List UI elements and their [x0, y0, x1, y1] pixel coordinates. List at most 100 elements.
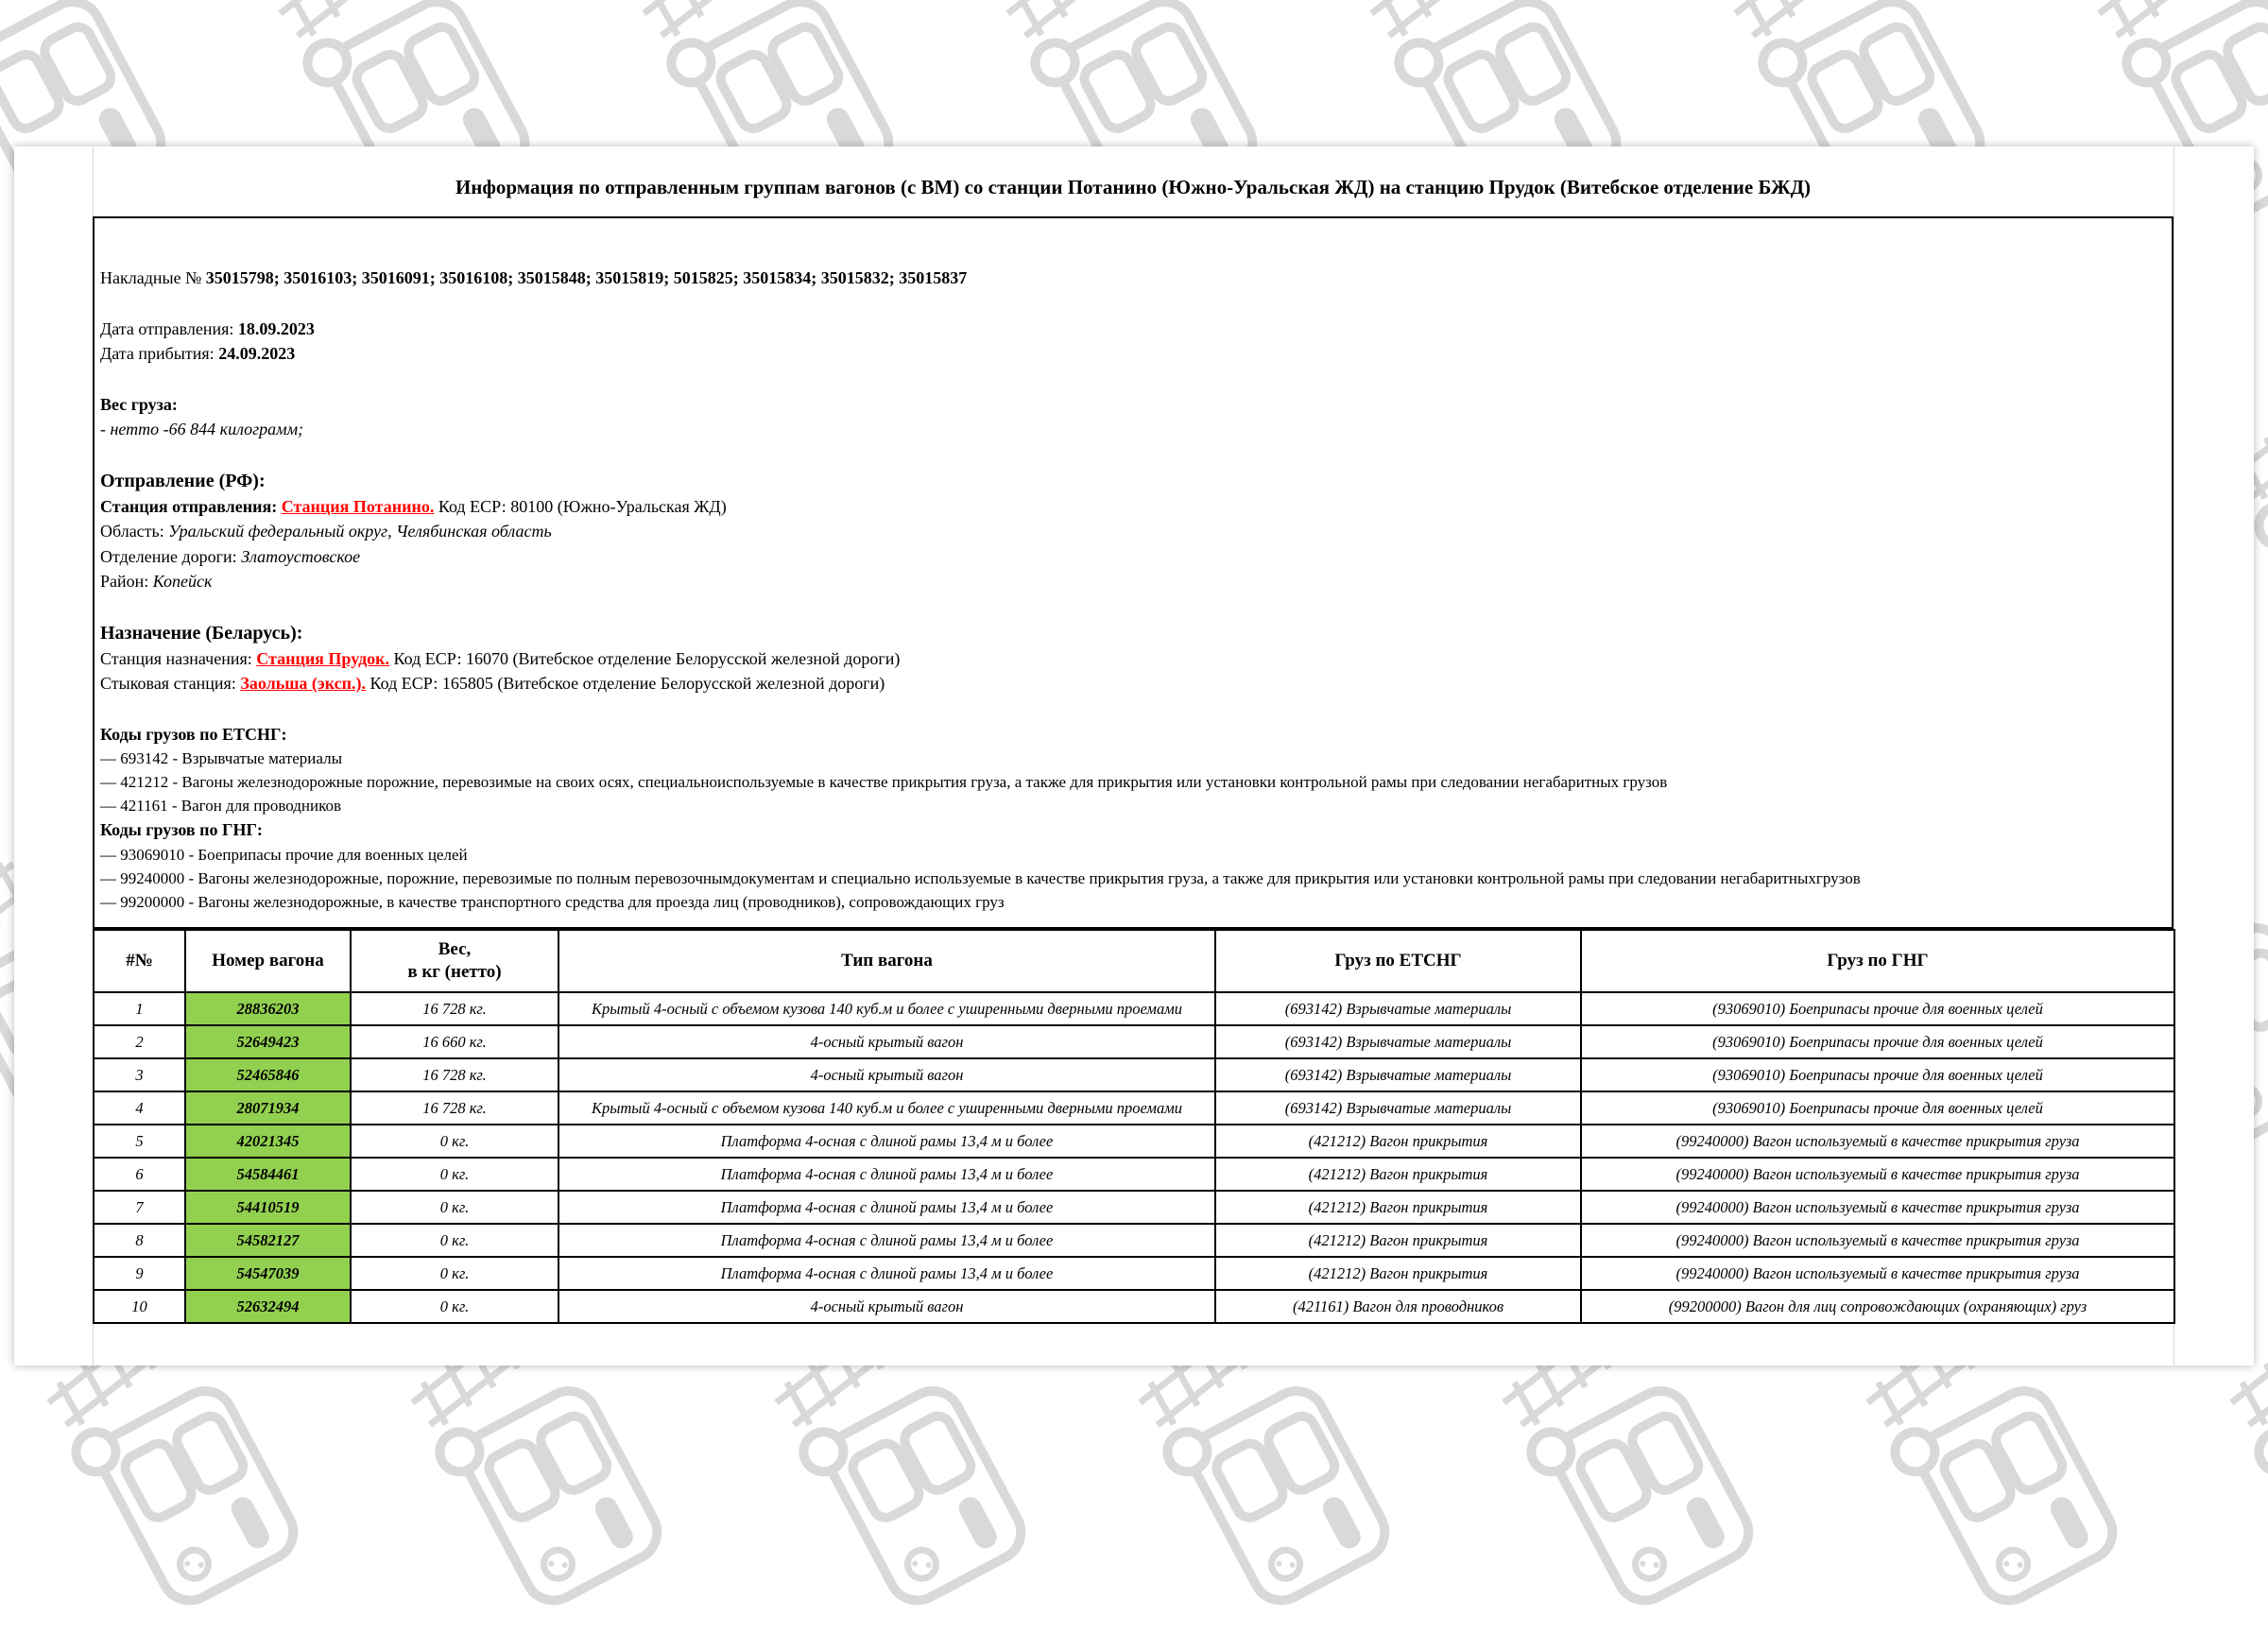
table-header-cell: #№: [94, 930, 185, 992]
wagon-number-cell: 54584461: [185, 1158, 351, 1191]
destination-station-rest: Код ЕСР: 16070 (Витебское отделение Бело…: [389, 649, 900, 668]
etsng-cargo-cell: (421212) Вагон прикрытия: [1215, 1158, 1581, 1191]
destination-heading: Назначение (Беларусь):: [100, 620, 2168, 646]
etsng-cargo-cell: (421212) Вагон прикрытия: [1215, 1191, 1581, 1224]
weight-cell: 16 728 кг.: [351, 1058, 558, 1091]
origin-region-label: Область:: [100, 522, 168, 541]
waybills-label: Накладные №: [100, 268, 206, 287]
etsng-item: — 693142 - Взрывчатые материалы: [100, 747, 2168, 770]
wagon-number-cell: 42021345: [185, 1125, 351, 1158]
wagon-number-cell: 52465846: [185, 1058, 351, 1091]
gng-heading: Коды грузов по ГНГ:: [100, 817, 2168, 843]
destination-station-link[interactable]: Станция Прудок.: [256, 649, 389, 668]
wagon-number-cell: 54410519: [185, 1191, 351, 1224]
row-number-cell: 9: [94, 1257, 185, 1290]
table-header-cell: Груз по ГНГ: [1581, 930, 2174, 992]
etsng-cargo-cell: (421212) Вагон прикрытия: [1215, 1125, 1581, 1158]
weight-cell: 16 728 кг.: [351, 992, 558, 1025]
gng-cargo-cell: (99240000) Вагон используемый в качестве…: [1581, 1125, 2174, 1158]
table-row: 10526324940 кг.4-осный крытый вагон(4211…: [94, 1290, 2174, 1323]
gng-cargo-cell: (99200000) Вагон для лиц сопровождающих …: [1581, 1290, 2174, 1323]
gng-cargo-cell: (93069010) Боеприпасы прочие для военных…: [1581, 1058, 2174, 1091]
etsng-cargo-cell: (421161) Вагон для проводников: [1215, 1290, 1581, 1323]
weight-cell: 0 кг.: [351, 1224, 558, 1257]
page-title: Информация по отправленным группам вагон…: [93, 175, 2174, 199]
waybills-numbers: 35015798; 35016103; 35016091; 35016108; …: [206, 268, 967, 287]
row-number-cell: 8: [94, 1224, 185, 1257]
row-number-cell: 3: [94, 1058, 185, 1091]
weight-cell: 0 кг.: [351, 1158, 558, 1191]
wagon-type-cell: 4-осный крытый вагон: [558, 1058, 1215, 1091]
wagons-table: #№Номер вагонаВес, в кг (нетто)Тип вагон…: [93, 929, 2175, 1324]
wagon-number-cell: 54547039: [185, 1257, 351, 1290]
destination-station-label: Станция назначения:: [100, 649, 256, 668]
row-number-cell: 10: [94, 1290, 185, 1323]
arrival-date-line: Дата прибытия: 24.09.2023: [100, 341, 2168, 367]
train-icon: [1526, 1366, 1772, 1649]
junction-station-label: Стыковая станция:: [100, 674, 240, 693]
table-header-cell: Вес, в кг (нетто): [351, 930, 558, 992]
table-row: 9545470390 кг.Платформа 4-осная с длиной…: [94, 1257, 2174, 1290]
row-number-cell: 1: [94, 992, 185, 1025]
gng-cargo-cell: (93069010) Боеприпасы прочие для военных…: [1581, 992, 2174, 1025]
origin-heading: Отправление (РФ):: [100, 468, 2168, 494]
table-row: 8545821270 кг.Платформа 4-осная с длиной…: [94, 1224, 2174, 1257]
junction-station-rest: Код ЕСР: 165805 (Витебское отделение Бел…: [366, 674, 885, 693]
wagon-number-cell: 52649423: [185, 1025, 351, 1058]
wagon-type-cell: Крытый 4-осный с объемом кузова 140 куб.…: [558, 1091, 1215, 1125]
wagon-number-cell: 28836203: [185, 992, 351, 1025]
origin-division-value: Златоустовское: [241, 547, 360, 566]
train-icon: [799, 1366, 1044, 1649]
etsng-cargo-cell: (421212) Вагон прикрытия: [1215, 1224, 1581, 1257]
row-number-cell: 2: [94, 1025, 185, 1058]
row-number-cell: 4: [94, 1091, 185, 1125]
arrival-date-value: 24.09.2023: [218, 344, 295, 363]
destination-station-line: Станция назначения: Станция Прудок. Код …: [100, 646, 2168, 672]
train-icon: [435, 1366, 680, 1649]
origin-region-line: Область: Уральский федеральный округ, Че…: [100, 519, 2168, 544]
wagon-type-cell: Платформа 4-осная с длиной рамы 13,4 м и…: [558, 1224, 1215, 1257]
wagon-number-cell: 54582127: [185, 1224, 351, 1257]
gng-item: — 99200000 - Вагоны железнодорожные, в к…: [100, 890, 2168, 914]
origin-station-link[interactable]: Станция Потанино.: [282, 497, 435, 516]
weight-cell: 0 кг.: [351, 1125, 558, 1158]
wagon-number-cell: 52632494: [185, 1290, 351, 1323]
etsng-cargo-cell: (421212) Вагон прикрытия: [1215, 1257, 1581, 1290]
origin-district-value: Копейск: [153, 572, 213, 591]
origin-station-rest: Код ЕСР: 80100 (Южно-Уральская ЖД): [434, 497, 726, 516]
gng-cargo-cell: (99240000) Вагон используемый в качестве…: [1581, 1257, 2174, 1290]
wagon-type-cell: 4-осный крытый вагон: [558, 1025, 1215, 1058]
row-number-cell: 6: [94, 1158, 185, 1191]
train-icon: [1890, 1366, 2136, 1649]
document-page: Информация по отправленным группам вагон…: [14, 146, 2254, 1366]
junction-station-link[interactable]: Заольша (эксп.).: [240, 674, 366, 693]
gng-item: — 93069010 - Боеприпасы прочие для военн…: [100, 843, 2168, 867]
departure-date-value: 18.09.2023: [238, 319, 315, 338]
table-header-cell: Груз по ЕТСНГ: [1215, 930, 1581, 992]
train-icon: [71, 1366, 317, 1649]
table-header-cell: Тип вагона: [558, 930, 1215, 992]
gng-cargo-cell: (99240000) Вагон используемый в качестве…: [1581, 1158, 2174, 1191]
weight-cell: 0 кг.: [351, 1290, 558, 1323]
gng-item: — 99240000 - Вагоны железнодорожные, пор…: [100, 867, 2168, 890]
arrival-date-label: Дата прибытия:: [100, 344, 218, 363]
weight-value: - нетто -66 844 килограмм;: [100, 417, 2168, 442]
origin-district-label: Район:: [100, 572, 153, 591]
train-icon: [1162, 1366, 1408, 1649]
gng-cargo-cell: (99240000) Вагон используемый в качестве…: [1581, 1191, 2174, 1224]
departure-date-line: Дата отправления: 18.09.2023: [100, 317, 2168, 342]
table-header-cell: Номер вагона: [185, 930, 351, 992]
wagon-type-cell: Платформа 4-осная с длиной рамы 13,4 м и…: [558, 1158, 1215, 1191]
gng-cargo-cell: (93069010) Боеприпасы прочие для военных…: [1581, 1091, 2174, 1125]
waybills-line: Накладные № 35015798; 35016103; 35016091…: [100, 266, 2168, 291]
wagon-number-cell: 28071934: [185, 1091, 351, 1125]
departure-date-label: Дата отправления:: [100, 319, 238, 338]
table-row: 35246584616 728 кг.4-осный крытый вагон (…: [94, 1058, 2174, 1091]
origin-district-line: Район: Копейск: [100, 569, 2168, 594]
origin-region-value: Уральский федеральный округ, Челябинская…: [168, 522, 551, 541]
etsng-item: — 421212 - Вагоны железнодорожные порожн…: [100, 770, 2168, 794]
weight-cell: 0 кг.: [351, 1257, 558, 1290]
etsng-heading: Коды грузов по ЕТСНГ:: [100, 722, 2168, 747]
table-row: 7544105190 кг.Платформа 4-осная с длиной…: [94, 1191, 2174, 1224]
etsng-cargo-cell: (693142) Взрывчатые материалы: [1215, 1025, 1581, 1058]
